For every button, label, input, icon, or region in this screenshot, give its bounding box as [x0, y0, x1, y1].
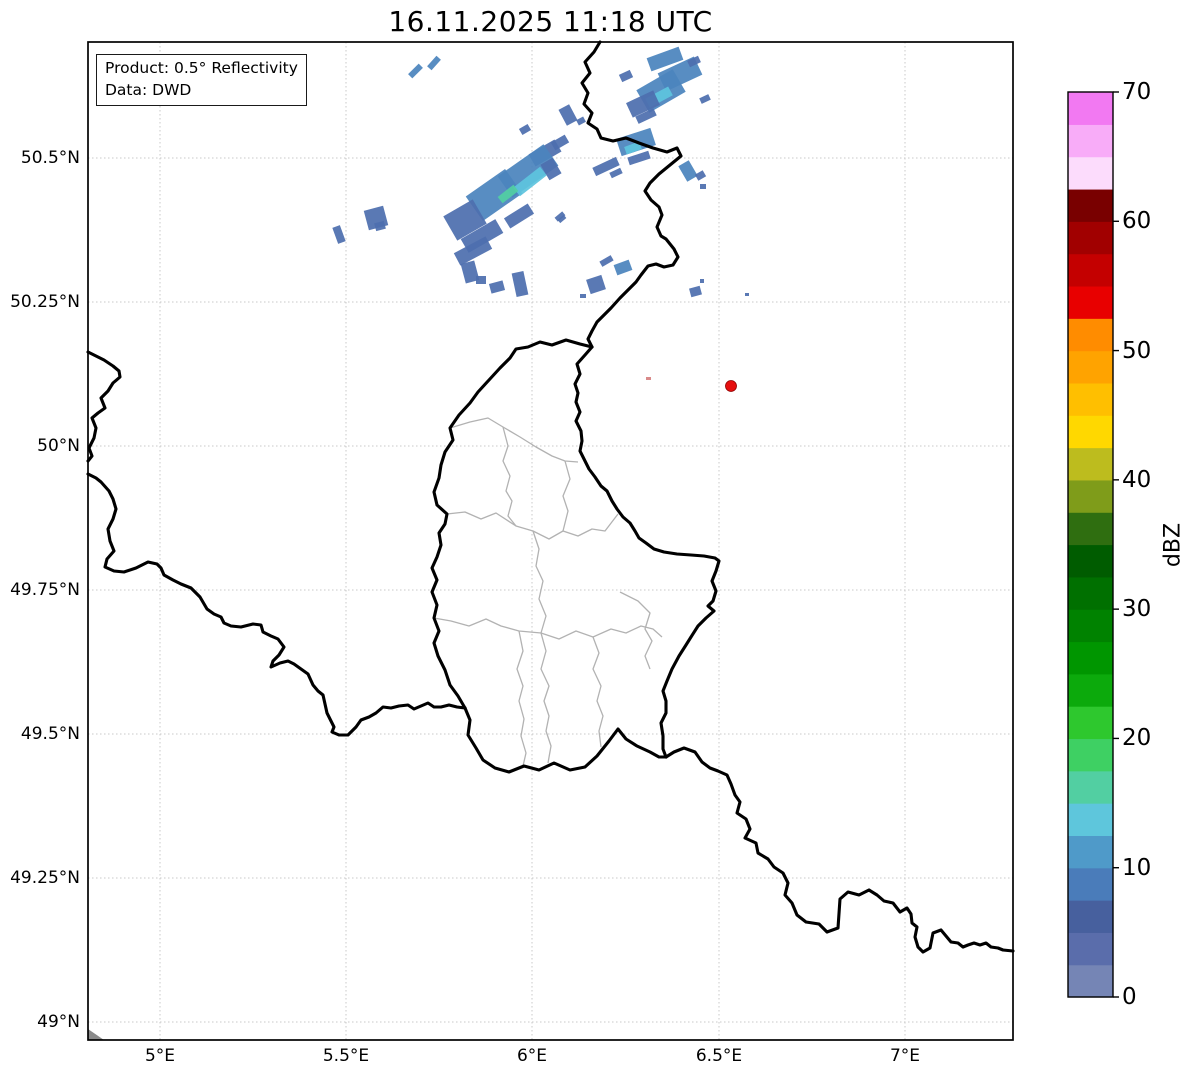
colorbar-segment — [1068, 479, 1113, 513]
radar-echo — [618, 69, 634, 83]
colorbar-axis-label: dBZ — [1160, 522, 1186, 567]
radar-echo — [613, 259, 633, 276]
colorbar-segment — [1068, 641, 1113, 675]
product-line: Product: 0.5° Reflectivity — [105, 59, 298, 77]
colorbar-tick-label: 30 — [1122, 596, 1152, 623]
canton-border — [433, 617, 663, 640]
colorbar-segment — [1068, 156, 1113, 190]
y-tick-label: 49.75°N — [10, 580, 80, 600]
canton-border — [619, 591, 653, 670]
radar-echo — [503, 203, 535, 229]
radar-echo — [609, 167, 623, 179]
radar-echo — [599, 255, 614, 267]
colorbar-tick-label: 20 — [1122, 725, 1152, 752]
colorbar-segment — [1068, 964, 1113, 998]
radar-site-marker — [725, 380, 737, 392]
radar-echo — [518, 123, 532, 136]
canton-border — [502, 426, 517, 527]
radar-echo — [332, 225, 346, 244]
colorbar-segment — [1068, 124, 1113, 158]
map-canvas — [86, 40, 1119, 1041]
faint-echo-speck — [646, 377, 651, 380]
radar-echo — [558, 104, 578, 126]
radar-echo — [580, 294, 586, 298]
colorbar-tick-label: 50 — [1122, 337, 1152, 364]
x-tick-label: 7°E — [889, 1046, 921, 1066]
radar-echo — [476, 276, 486, 284]
colorbar-segment — [1068, 285, 1113, 319]
colorbar-segment — [1068, 350, 1113, 384]
radar-echo — [408, 63, 423, 79]
plot-frame — [87, 41, 1014, 1041]
y-tick-label: 49°N — [37, 1012, 80, 1032]
colorbar-segment — [1068, 932, 1113, 966]
canton-border — [540, 632, 552, 764]
x-tick-label: 6°E — [516, 1046, 548, 1066]
colorbar-segment — [1068, 544, 1113, 578]
canton-border — [562, 460, 571, 532]
radar-map-figure: 16.11.2025 11:18 UTC Product: 0.5° Refle… — [0, 0, 1202, 1081]
y-tick-label: 49.5°N — [20, 724, 80, 744]
canton-border — [516, 630, 527, 767]
radar-echo — [678, 160, 698, 182]
colorbar-tick-label: 10 — [1122, 854, 1152, 881]
colorbar-tick-label: 70 — [1122, 79, 1152, 105]
colorbar-segment — [1068, 609, 1113, 643]
radar-echo — [488, 280, 506, 294]
figure-title: 16.11.2025 11:18 UTC — [388, 5, 713, 38]
colorbar-segment — [1068, 770, 1113, 804]
radar-echo — [745, 293, 749, 296]
colorbar-segment — [1068, 221, 1113, 255]
colorbar-tick-label: 60 — [1122, 208, 1152, 235]
radar-echo — [699, 94, 711, 104]
colorbar-segment — [1068, 415, 1113, 449]
radar-echo — [694, 170, 707, 181]
radar-echo — [586, 274, 606, 295]
map-corner-fragment — [88, 1029, 104, 1040]
y-tick-label: 49.25°N — [10, 868, 80, 888]
colorbar-segment — [1068, 188, 1113, 222]
country-border — [664, 746, 1015, 954]
colorbar-segment — [1068, 253, 1113, 287]
colorbar-segment — [1068, 900, 1113, 933]
radar-echo — [576, 116, 586, 126]
radar-echo — [700, 279, 704, 283]
x-tick-label: 6.5°E — [695, 1046, 743, 1066]
colorbar-segment — [1068, 706, 1113, 740]
colorbar-tick-label: 40 — [1122, 466, 1152, 493]
country-border — [86, 472, 467, 737]
colorbar-segment — [1068, 673, 1113, 707]
colorbar-segment — [1068, 576, 1113, 610]
country-border — [573, 345, 721, 759]
radar-echo — [689, 285, 702, 298]
radar-echo — [511, 271, 529, 297]
colorbar-segment — [1068, 92, 1113, 125]
y-tick-label: 50.5°N — [20, 148, 80, 168]
canton-border — [592, 636, 604, 748]
canton-border — [532, 530, 547, 634]
radar-echo — [700, 184, 706, 189]
radar-echo — [427, 55, 441, 71]
colorbar-segment — [1068, 867, 1113, 901]
colorbar-segment — [1068, 738, 1113, 772]
country-border — [86, 350, 122, 463]
colorbar-segment — [1068, 803, 1113, 836]
colorbar-segment — [1068, 447, 1113, 481]
x-tick-label: 5°E — [144, 1046, 176, 1066]
colorbar-segment — [1068, 835, 1113, 869]
colorbar-segment — [1068, 382, 1113, 416]
colorbar-segment — [1068, 318, 1113, 352]
y-tick-label: 50°N — [37, 436, 80, 456]
data-source-line: Data: DWD — [105, 81, 192, 99]
colorbar-segment — [1068, 512, 1113, 546]
colorbar-tick-label: 0 — [1122, 984, 1137, 1010]
x-tick-label: 5.5°E — [322, 1046, 370, 1066]
country-border — [463, 706, 668, 774]
product-annotation-box: Product: 0.5° Reflectivity Data: DWD — [96, 54, 307, 106]
y-tick-label: 50.25°N — [10, 292, 80, 312]
canton-border — [449, 417, 579, 463]
